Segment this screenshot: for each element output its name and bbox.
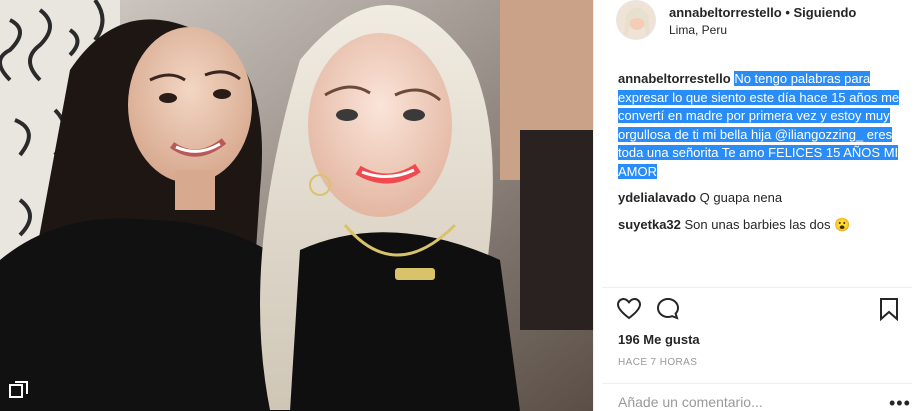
likes-count[interactable]: 196 Me gusta bbox=[618, 332, 700, 347]
speech-bubble-icon[interactable] bbox=[655, 296, 681, 322]
ellipsis-icon[interactable]: ••• bbox=[889, 394, 911, 411]
post-details-panel: annabeltorrestello • Siguiendo Lima, Per… bbox=[593, 0, 919, 411]
action-bar bbox=[616, 296, 916, 326]
post-header: annabeltorrestello • Siguiendo Lima, Per… bbox=[594, 0, 919, 60]
photo-image bbox=[0, 0, 593, 411]
comment-username[interactable]: suyetka32 bbox=[618, 217, 681, 232]
bookmark-icon[interactable] bbox=[876, 296, 902, 322]
comment-item: suyetka32 Son unas barbies las dos 😮 bbox=[618, 216, 908, 235]
multi-photo-icon bbox=[8, 379, 30, 401]
post-timestamp: HACE 7 HORAS bbox=[618, 357, 698, 368]
divider bbox=[602, 287, 912, 288]
author-username[interactable]: annabeltorrestello bbox=[669, 5, 782, 20]
heart-outline-icon[interactable] bbox=[616, 296, 642, 322]
header-separator: • bbox=[785, 5, 790, 20]
add-comment-input[interactable] bbox=[618, 394, 858, 410]
comment-item: ydelialavado Q guapa nena bbox=[618, 189, 908, 208]
caption-username[interactable]: annabeltorrestello bbox=[618, 71, 731, 86]
comment-text: Q guapa nena bbox=[699, 190, 783, 205]
post-photo[interactable] bbox=[0, 0, 593, 411]
comment-username[interactable]: ydelialavado bbox=[618, 190, 696, 205]
comments-list: annabeltorrestello No tengo palabras par… bbox=[618, 70, 908, 242]
divider bbox=[602, 383, 912, 384]
caption: annabeltorrestello No tengo palabras par… bbox=[618, 70, 908, 181]
caption-text: No tengo palabras para expresar lo que s… bbox=[618, 71, 900, 179]
comment-text: Son unas barbies las dos 😮 bbox=[684, 216, 851, 232]
post-location[interactable]: Lima, Peru bbox=[669, 23, 727, 37]
follow-status-button[interactable]: Siguiendo bbox=[794, 5, 857, 20]
avatar[interactable] bbox=[616, 0, 656, 40]
